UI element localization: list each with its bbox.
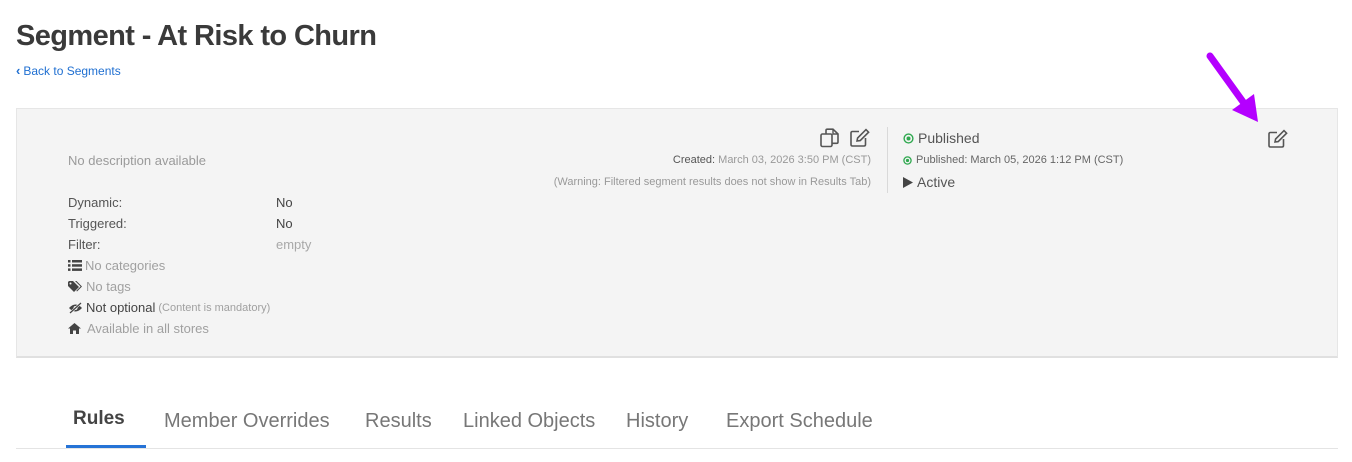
published-status: Published <box>903 130 980 146</box>
copy-icon[interactable] <box>819 127 841 149</box>
description: No description available <box>68 153 207 168</box>
created-value: March 03, 2026 3:50 PM (CST) <box>718 154 871 166</box>
edit-icon[interactable] <box>849 127 871 149</box>
stores-row: Available in all stores <box>68 321 209 336</box>
stores-text: Available in all stores <box>87 321 209 336</box>
published-dot-icon <box>903 155 912 165</box>
active-tab-indicator <box>66 445 146 448</box>
tags-text: No tags <box>86 279 131 294</box>
status-text: Published <box>918 130 980 146</box>
active-status: Active <box>903 174 955 190</box>
optional-note: (Content is mandatory) <box>158 301 271 314</box>
back-link-label: Back to Segments <box>23 64 121 78</box>
dynamic-label: Dynamic: <box>68 195 123 210</box>
play-icon <box>903 176 913 188</box>
back-to-segments-link[interactable]: ‹ Back to Segments <box>16 64 121 78</box>
list-icon <box>68 260 82 271</box>
filter-value: empty <box>276 237 312 252</box>
published-date: Published: March 05, 2026 1:12 PM (CST) <box>903 154 1123 166</box>
triggered-value: No <box>276 216 293 231</box>
filter-label: Filter: <box>68 237 101 252</box>
created-label: Created: <box>672 154 716 166</box>
tab-member-overrides[interactable]: Member Overrides <box>164 410 330 433</box>
triggered-label: Triggered: <box>68 216 127 231</box>
categories-text: No categories <box>85 258 166 273</box>
dynamic-value: No <box>276 195 293 210</box>
page-title: Segment - At Risk to Churn <box>16 20 377 52</box>
categories-row: No categories <box>68 258 165 273</box>
tab-rules[interactable]: Rules <box>73 408 125 430</box>
active-text: Active <box>917 174 956 190</box>
chevron-left-icon: ‹ <box>16 63 21 78</box>
eye-slash-icon <box>68 301 83 314</box>
edit-status-icon[interactable] <box>1267 128 1289 150</box>
annotation-arrow-icon <box>1206 52 1258 122</box>
optional-text: Not optional <box>86 300 156 315</box>
optional-row: Not optional (Content is mandatory) <box>68 300 270 315</box>
published-dot-icon <box>903 132 914 144</box>
results-warning: (Warning: Filtered segment results does … <box>553 176 871 188</box>
panel-divider <box>887 127 888 193</box>
segment-actions <box>819 127 871 149</box>
tab-results[interactable]: Results <box>365 410 432 433</box>
created-info: Created: March 03, 2026 3:50 PM (CST) <box>673 154 871 166</box>
segment-details-panel: No description available Dynamic: No Tri… <box>16 108 1338 358</box>
published-date-text: Published: March 05, 2026 1:12 PM (CST) <box>916 154 1124 166</box>
home-icon <box>68 323 81 334</box>
tab-history[interactable]: History <box>626 410 688 433</box>
segment-tabs: Rules Member Overrides Results Linked Ob… <box>16 396 1338 449</box>
tags-icon <box>68 280 83 293</box>
tab-linked-objects[interactable]: Linked Objects <box>463 410 595 433</box>
tags-row: No tags <box>68 279 131 294</box>
tab-export-schedule[interactable]: Export Schedule <box>726 410 873 433</box>
